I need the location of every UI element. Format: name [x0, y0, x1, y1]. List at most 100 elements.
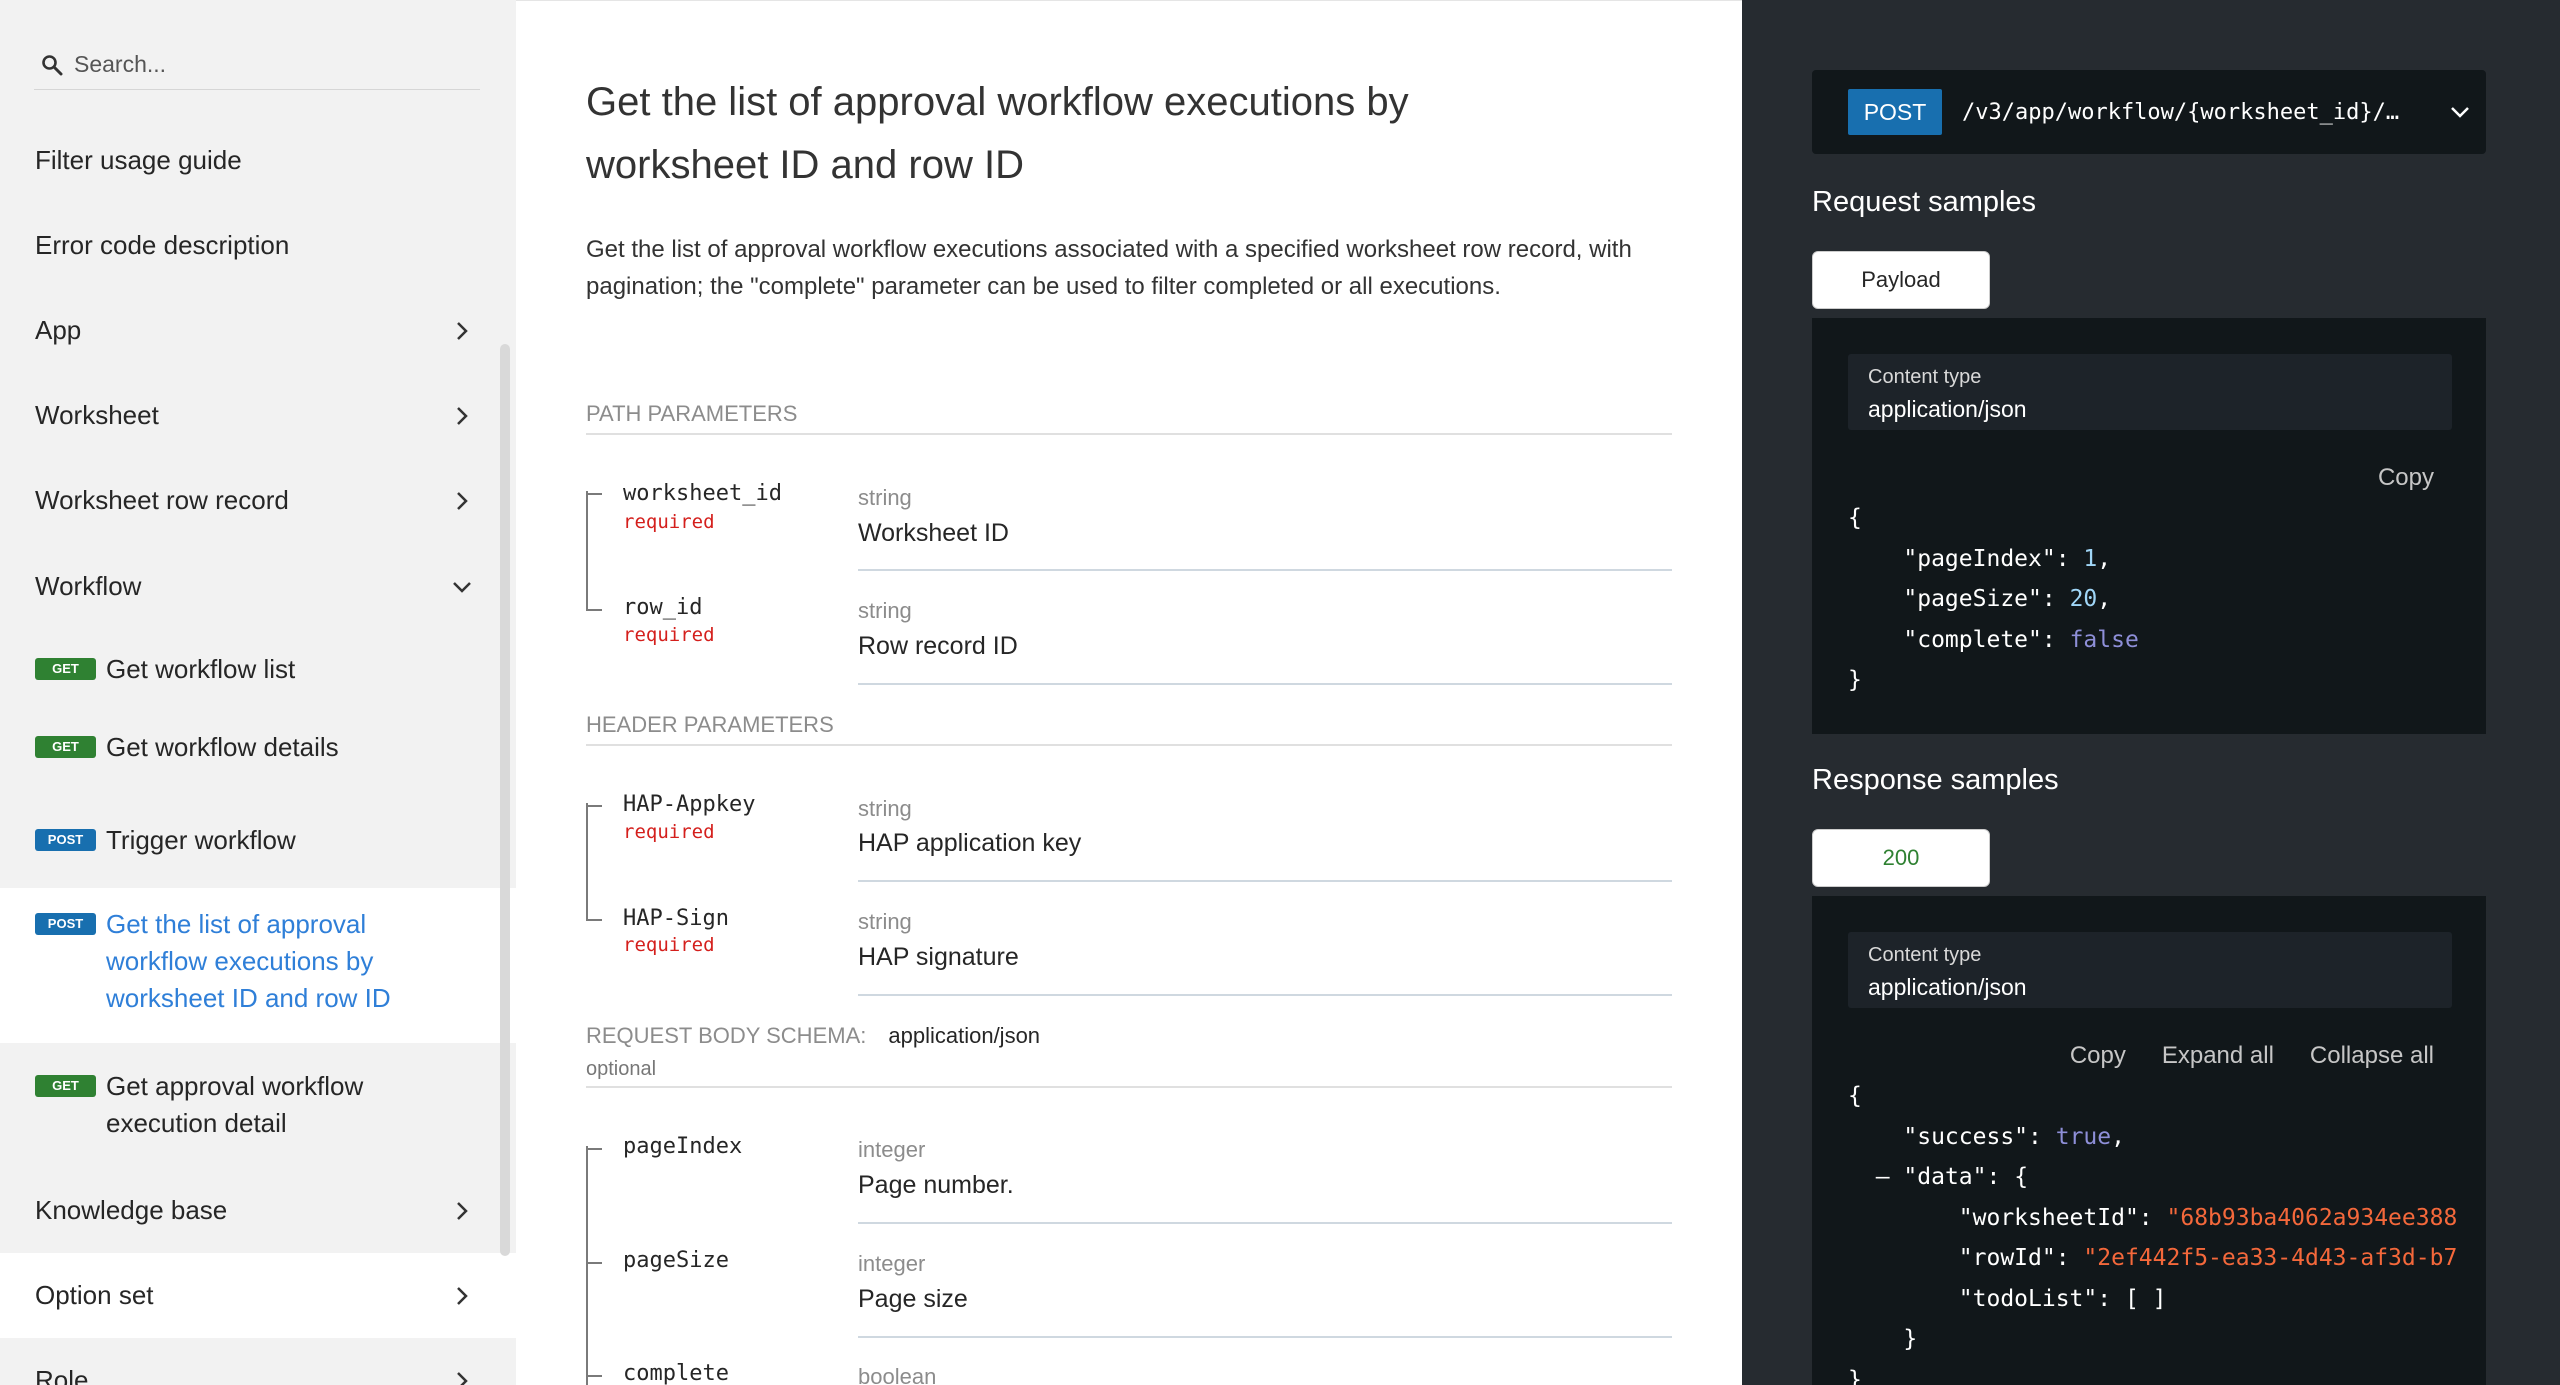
search-icon: [34, 47, 70, 83]
section-divider: [586, 1086, 1672, 1088]
sidebar-item-label: Get approval workflow execution detail: [106, 1071, 364, 1138]
sidebar-item-app[interactable]: App: [0, 288, 516, 373]
json-line: }: [1848, 1326, 1918, 1352]
request-samples-title: Request samples: [1812, 186, 2037, 218]
json-key: "worksheetId": [1958, 1204, 2139, 1231]
param-tree-line: [586, 1146, 588, 1385]
sidebar-item-label: Knowledge base: [35, 1195, 228, 1225]
sidebar-item-label: Trigger workflow: [106, 825, 296, 855]
param-description: HAP application key: [858, 829, 1082, 857]
param-description: Page number.: [858, 1171, 1014, 1199]
chevron-right-icon: [446, 1195, 478, 1227]
json-key: "todoList": [1958, 1285, 2098, 1312]
search-input[interactable]: [74, 51, 454, 78]
response-sample-box: Content type application/json Copy Expan…: [1812, 896, 2486, 1385]
section-heading-text: HEADER PARAMETERS: [586, 712, 834, 737]
json-line: "pageIndex": 1,: [1903, 545, 2112, 572]
param-description: Row record ID: [858, 632, 1018, 660]
sidebar-item-approval-executions[interactable]: POST Get the list of approval workflow e…: [0, 888, 516, 1043]
json-key: "pageIndex": [1903, 545, 2056, 572]
json-value: 20: [2069, 586, 2098, 612]
sidebar-item-option-set[interactable]: Option set: [0, 1253, 516, 1338]
json-line: "success": true,: [1903, 1123, 2125, 1150]
chevron-down-icon: [2445, 97, 2475, 127]
collapse-toggle[interactable]: –: [1876, 1164, 1890, 1190]
json-value: "2ef442f5-ea33-4d43-af3d-b7: [2083, 1245, 2458, 1271]
sidebar-item-filter-usage-guide[interactable]: Filter usage guide: [0, 118, 516, 203]
sidebar-item-label: Worksheet row record: [35, 485, 289, 515]
param-tree-tick: [586, 609, 602, 611]
param-tree-tick: [586, 493, 602, 495]
param-name: pageSize: [623, 1248, 729, 1273]
sidebar-item-error-code-description[interactable]: Error code description: [0, 203, 516, 288]
sidebar-item-knowledge-base[interactable]: Knowledge base: [0, 1168, 516, 1253]
method-badge: GET: [35, 658, 96, 680]
sidebar-item-workflow[interactable]: Workflow: [0, 544, 516, 629]
content-type-box: Content type application/json: [1848, 354, 2452, 430]
sidebar-item-approval-execution-detail[interactable]: GET Get approval workflow execution deta…: [0, 1068, 516, 1168]
expand-all-button[interactable]: Expand all: [2162, 1042, 2274, 1070]
param-type: integer: [858, 1251, 926, 1276]
json-line: "worksheetId": "68b93ba4062a934ee388: [1958, 1204, 2458, 1231]
json-value: false: [2069, 626, 2139, 653]
json-brace: }: [1848, 1366, 1862, 1385]
param-required: required: [623, 511, 715, 533]
search-bar[interactable]: [34, 40, 480, 90]
sidebar-item-label: Filter usage guide: [35, 145, 242, 175]
endpoint-path: /v3/app/workflow/{worksheet_id}/…: [1962, 99, 2400, 125]
sidebar-item-get-workflow-list[interactable]: GET Get workflow list: [0, 651, 516, 736]
method-badge: GET: [35, 736, 96, 758]
page-description: Get the list of approval workflow execut…: [586, 236, 1632, 300]
content-type-box: Content type application/json: [1848, 932, 2452, 1008]
endpoint-selector[interactable]: POST /v3/app/workflow/{worksheet_id}/…: [1812, 70, 2486, 154]
path-parameters-heading: PATH PARAMETERS: [586, 401, 1672, 435]
param-tree-line: [586, 491, 588, 611]
schema-mime-type: application/json: [888, 1023, 1041, 1048]
request-body-schema-heading: REQUEST BODY SCHEMA: application/json: [586, 1023, 1672, 1055]
param-name: HAP-Appkey: [623, 792, 756, 817]
sidebar-item-label: Workflow: [35, 571, 142, 601]
json-line: "rowId": "2ef442f5-ea33-4d43-af3d-b7: [1958, 1245, 2458, 1271]
param-tree-tick: [586, 805, 602, 807]
sidebar-scrollbar[interactable]: [500, 344, 510, 1256]
param-type: integer: [858, 1137, 926, 1162]
sidebar-item-worksheet[interactable]: Worksheet: [0, 373, 516, 458]
copy-button[interactable]: Copy: [2070, 1042, 2126, 1070]
json-brace: {: [1848, 505, 1862, 531]
param-description: Page size: [858, 1285, 968, 1313]
json-brace: {: [1848, 1083, 1862, 1109]
request-code-actions: Copy: [2378, 464, 2434, 492]
status-200-tab[interactable]: 200: [1812, 829, 1990, 887]
sidebar-item-label: Role: [35, 1365, 89, 1385]
collapse-all-button[interactable]: Collapse all: [2310, 1042, 2434, 1070]
method-badge: POST: [1848, 89, 1942, 135]
param-name: row_id: [623, 595, 703, 620]
param-divider: [858, 1336, 1672, 1338]
json-key: "rowId": [1958, 1245, 2056, 1271]
page-title: Get the list of approval workflow execut…: [586, 80, 1409, 187]
json-value: 1: [2083, 545, 2098, 572]
sidebar-item-label: Error code description: [35, 230, 290, 260]
header-parameters-heading: HEADER PARAMETERS: [586, 712, 1672, 746]
sidebar-item-label: Get the list of approval workflow execut…: [106, 909, 391, 1013]
sidebar-item-role[interactable]: Role: [0, 1338, 516, 1385]
copy-button[interactable]: Copy: [2378, 464, 2434, 492]
sidebar-item-label: Option set: [35, 1280, 154, 1310]
param-name: worksheet_id: [623, 481, 782, 506]
json-key: "pageSize": [1903, 586, 2042, 612]
param-type: boolean: [858, 1364, 937, 1385]
param-tree-line: [586, 803, 588, 921]
sidebar-item-worksheet-row-record[interactable]: Worksheet row record: [0, 458, 516, 543]
sidebar-item-label: Worksheet: [35, 400, 159, 430]
json-line: "complete": false: [1903, 626, 2139, 653]
param-type: string: [858, 598, 912, 623]
param-description: Worksheet ID: [858, 519, 1009, 547]
json-key: "complete": [1903, 626, 2042, 653]
param-name: complete: [623, 1361, 729, 1385]
json-value: "68b93ba4062a934ee388: [2166, 1204, 2458, 1231]
section-heading-text: REQUEST BODY SCHEMA:: [586, 1023, 867, 1048]
payload-tab[interactable]: Payload: [1812, 251, 1990, 309]
json-line: "pageSize": 20,: [1903, 586, 2112, 612]
json-line: – "data": {: [1875, 1164, 2029, 1190]
sidebar-item-get-workflow-details[interactable]: GET Get workflow details: [0, 732, 516, 821]
